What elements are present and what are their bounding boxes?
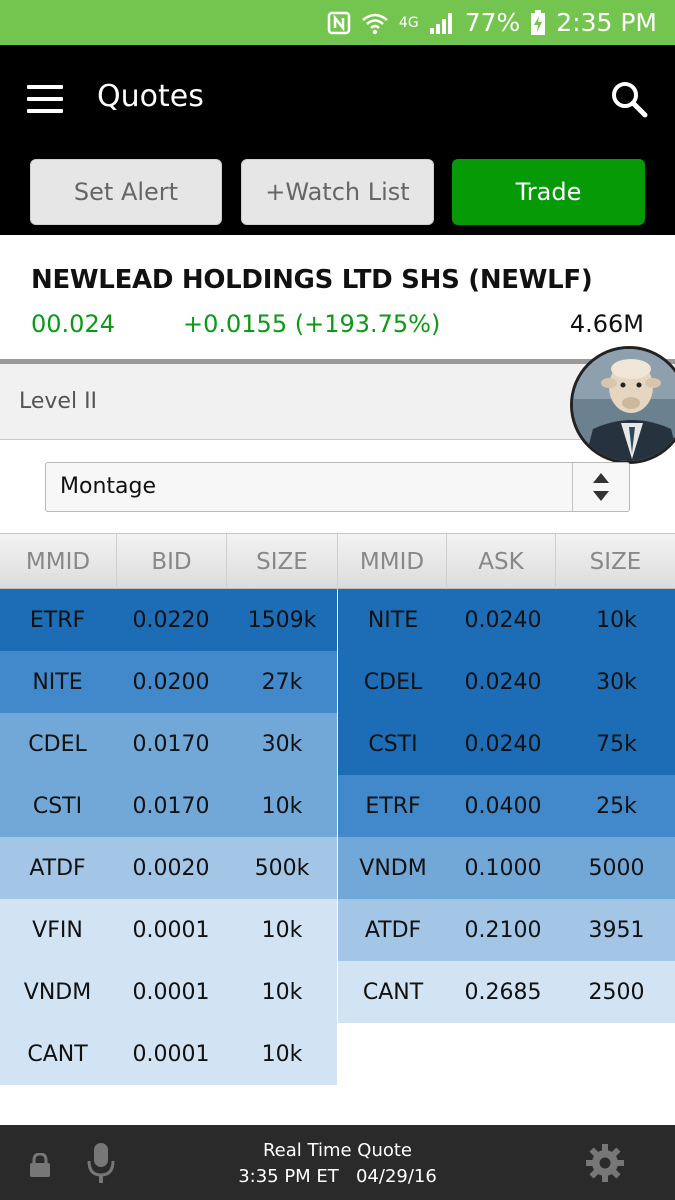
ask-price: 0.0400	[464, 793, 542, 819]
bid-size: 27k	[261, 669, 303, 695]
search-icon[interactable]	[609, 79, 649, 119]
col-mmid-ask: MMID	[338, 534, 447, 590]
ask-size: 30k	[596, 669, 637, 695]
bid-mmid: ETRF	[29, 607, 86, 633]
col-ask: ASK	[447, 534, 556, 590]
status-indicators: 4G 77% 2:35 PM	[327, 0, 657, 45]
last-price: 00.024	[31, 310, 115, 338]
nfc-icon	[327, 11, 351, 34]
ask-size: 75k	[596, 731, 637, 757]
bid-size: 30k	[261, 731, 303, 757]
table-row[interactable]: VNDM 0.1000 5000	[338, 837, 675, 899]
battery-percent: 77%	[464, 8, 521, 37]
ask-size: 10k	[596, 607, 637, 633]
ask-price: 0.2100	[464, 917, 542, 943]
bid-mmid: CSTI	[32, 793, 83, 819]
table-header: MMID BID SIZE MMID ASK SIZE	[0, 533, 675, 590]
bid-size: 10k	[261, 793, 303, 819]
ask-mmid: ATDF	[364, 917, 422, 943]
table-row[interactable]: ATDF 0.2100 3951	[338, 899, 675, 961]
bid-price: 0.0220	[132, 607, 210, 633]
table-row[interactable]: CDEL 0.0240 30k	[338, 651, 675, 713]
bid-mmid: ATDF	[29, 855, 86, 881]
avatar[interactable]	[570, 346, 675, 464]
bid-size: 10k	[261, 1041, 303, 1067]
signal-icon	[429, 12, 452, 34]
bottom-bar: Real Time Quote 3:35 PM ET 04/29/16	[0, 1125, 675, 1200]
ask-book: NITE 0.0240 10k CDEL 0.0240 30k CSTI 0.0240 75…	[338, 589, 675, 1023]
bid-mmid: NITE	[32, 669, 83, 695]
table-row[interactable]: CANT 0.2685 2500	[338, 961, 675, 1023]
ask-mmid: CSTI	[368, 731, 418, 757]
ask-price: 0.0240	[464, 669, 542, 695]
bid-mmid: VFIN	[32, 917, 83, 943]
ask-size: 5000	[588, 855, 645, 881]
ask-size: 2500	[588, 979, 645, 1005]
col-bid: BID	[117, 534, 227, 590]
table-row[interactable]: CSTI 0.0170 10k	[0, 775, 337, 837]
col-ask-size: SIZE	[589, 549, 642, 575]
quote-timestamp: 3:35 PM ET 04/29/16	[238, 1166, 437, 1187]
bid-price: 0.0001	[132, 917, 210, 943]
ask-size: 3951	[588, 917, 645, 943]
trade-button[interactable]: Trade	[452, 159, 645, 225]
ask-mmid: CDEL	[363, 669, 423, 695]
bid-mmid: CANT	[27, 1041, 88, 1067]
bid-mmid: CDEL	[28, 731, 87, 757]
table-row[interactable]: ETRF 0.0220 1509k	[0, 589, 337, 651]
ask-mmid: ETRF	[365, 793, 421, 819]
volume: 4.66M	[569, 310, 644, 338]
security-name: NEWLEAD HOLDINGS LTD SHS (NEWLF)	[31, 265, 593, 295]
bid-mmid: VNDM	[23, 979, 92, 1005]
bid-book: ETRF 0.0220 1509k NITE 0.0200 27k CDEL 0.0170…	[0, 589, 337, 1085]
select-value: Montage	[60, 474, 156, 499]
set-alert-button[interactable]: Set Alert	[30, 159, 222, 225]
select-arrows-icon	[572, 463, 629, 511]
gear-icon[interactable]	[585, 1143, 625, 1183]
col-mmid-bid: MMID	[0, 534, 117, 590]
bid-size: 10k	[261, 979, 303, 1005]
price-change: +0.0155 (+193.75%)	[183, 310, 441, 338]
status-time: 2:35 PM	[556, 8, 657, 37]
col-bid-size: SIZE	[227, 534, 338, 590]
table-row[interactable]: VNDM 0.0001 10k	[0, 961, 337, 1023]
ask-price: 0.0240	[464, 731, 542, 757]
network-type: 4G	[398, 14, 419, 31]
table-row[interactable]: CDEL 0.0170 30k	[0, 713, 337, 775]
ask-price: 0.1000	[464, 855, 542, 881]
avatar-image	[573, 349, 675, 461]
ask-price: 0.0240	[464, 607, 542, 633]
real-time-quote-label: Real Time Quote	[262, 1140, 413, 1161]
table-row[interactable]: ETRF 0.0400 25k	[338, 775, 675, 837]
bid-size: 10k	[261, 917, 303, 943]
table-row[interactable]: NITE 0.0240 10k	[338, 589, 675, 651]
bid-size: 500k	[254, 855, 310, 881]
bid-price: 0.0001	[132, 979, 210, 1005]
battery-charging-icon	[531, 9, 546, 35]
ask-mmid: NITE	[367, 607, 419, 633]
ask-price: 0.2685	[464, 979, 542, 1005]
bid-price: 0.0020	[132, 855, 210, 881]
bid-price: 0.0001	[132, 1041, 210, 1067]
table-row[interactable]: NITE 0.0200 27k	[0, 651, 337, 713]
table-row[interactable]: VFIN 0.0001 10k	[0, 899, 337, 961]
table-row[interactable]: CANT 0.0001 10k	[0, 1023, 337, 1085]
ask-mmid: VNDM	[359, 855, 427, 881]
status-bar: 4G 77% 2:35 PM	[0, 0, 675, 45]
bid-price: 0.0170	[132, 793, 210, 819]
level2-label: Level II	[19, 389, 98, 414]
ask-size: 25k	[596, 793, 637, 819]
bid-size: 1509k	[247, 607, 317, 633]
app-bar: Quotes Set Alert +Watch List Trade	[0, 45, 675, 235]
view-select[interactable]: Montage	[45, 462, 630, 512]
wifi-icon	[362, 13, 388, 34]
table-row[interactable]: CSTI 0.0240 75k	[338, 713, 675, 775]
hamburger-icon[interactable]	[27, 85, 63, 113]
bid-price: 0.0170	[132, 731, 210, 757]
ask-mmid: CANT	[362, 979, 424, 1005]
add-watch-list-button[interactable]: +Watch List	[241, 159, 434, 225]
bid-price: 0.0200	[132, 669, 210, 695]
table-row[interactable]: ATDF 0.0020 500k	[0, 837, 337, 899]
page-title: Quotes	[97, 79, 204, 114]
